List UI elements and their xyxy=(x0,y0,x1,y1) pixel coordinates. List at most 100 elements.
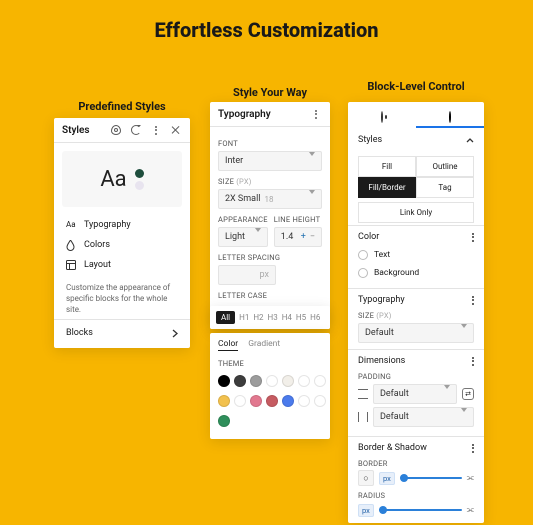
tab-settings[interactable] xyxy=(348,108,416,128)
more-icon[interactable] xyxy=(150,124,162,136)
size-num: 18 xyxy=(264,195,273,204)
size-select[interactable]: 2X Small 18 xyxy=(218,189,322,209)
swatch[interactable] xyxy=(314,395,326,407)
size-label: SIZE (PX) xyxy=(218,177,322,186)
menu-layout[interactable]: Layout xyxy=(54,255,190,275)
color-text[interactable]: Text xyxy=(358,246,474,264)
color-group-label: Color xyxy=(358,232,379,242)
typography-icon: Aa xyxy=(66,220,76,230)
visibility-icon[interactable] xyxy=(110,124,122,136)
more-icon[interactable] xyxy=(472,357,474,366)
menu-label: Colors xyxy=(84,240,110,250)
swatch[interactable] xyxy=(266,395,278,407)
swatch-empty-icon xyxy=(358,268,368,278)
page-title: Effortless Customization xyxy=(0,18,533,42)
preview-glyph: Aa xyxy=(100,167,126,192)
close-icon[interactable] xyxy=(170,124,182,136)
padding-h-select[interactable]: Default xyxy=(373,407,474,427)
predefined-styles-panel: Styles Aa Aa Typography Colors Layout Cu xyxy=(54,118,190,348)
border-style-icon[interactable]: ○ xyxy=(358,470,374,486)
tab-gradient[interactable]: Gradient xyxy=(248,339,280,351)
font-value: Inter xyxy=(225,156,243,166)
appearance-label: APPEARANCE xyxy=(218,215,268,224)
swatch[interactable] xyxy=(250,375,262,387)
swatch[interactable] xyxy=(298,395,310,407)
chevron-down-icon xyxy=(309,156,315,166)
swatch[interactable] xyxy=(282,395,294,407)
heading-tags-strip: All H1 H2 H3 H4 H5 H6 xyxy=(210,306,330,329)
swatch[interactable] xyxy=(250,395,262,407)
preview-color-secondary xyxy=(135,181,144,190)
preview-color-primary xyxy=(135,169,144,178)
more-icon[interactable] xyxy=(472,233,474,242)
plus-icon[interactable]: + xyxy=(301,232,306,242)
col-label-2: Style Your Way xyxy=(233,86,307,99)
htag-h5[interactable]: H5 xyxy=(296,313,306,322)
link-sides-icon[interactable]: ⫘ xyxy=(467,505,474,515)
style-fill[interactable]: Fill xyxy=(358,156,416,177)
color-background[interactable]: Background xyxy=(358,264,474,282)
letterspacing-input[interactable]: px xyxy=(218,265,276,285)
tab-styles[interactable] xyxy=(416,108,484,128)
theme-label: THEME xyxy=(210,359,330,368)
more-icon[interactable] xyxy=(472,296,474,305)
style-linkonly[interactable]: Link Only xyxy=(358,202,474,223)
blocks-row[interactable]: Blocks xyxy=(54,319,190,348)
appearance-select[interactable]: Light xyxy=(218,227,268,247)
style-outline[interactable]: Outline xyxy=(416,156,474,177)
menu-colors[interactable]: Colors xyxy=(54,235,190,255)
letterspacing-unit: px xyxy=(260,270,269,280)
htag-h2[interactable]: H2 xyxy=(253,313,263,322)
revisions-icon[interactable] xyxy=(130,124,142,136)
swatch[interactable] xyxy=(314,375,326,387)
htag-h1[interactable]: H1 xyxy=(239,313,249,322)
styles-accordion[interactable]: Styles xyxy=(348,128,484,152)
swatch[interactable] xyxy=(218,375,230,387)
htag-h3[interactable]: H3 xyxy=(268,313,278,322)
appearance-value: Light xyxy=(225,232,245,242)
col-label-3: Block-Level Control xyxy=(367,80,464,93)
border-width-control[interactable]: ○ px ⫘ xyxy=(358,471,474,485)
unit-badge[interactable]: px xyxy=(358,504,374,517)
size-value: 2X Small xyxy=(225,194,260,204)
layout-icon xyxy=(66,260,76,270)
htag-h4[interactable]: H4 xyxy=(282,313,292,322)
menu-label: Typography xyxy=(84,220,131,230)
htag-all[interactable]: All xyxy=(216,311,235,324)
lineheight-input[interactable]: 1.4 + − xyxy=(274,227,322,247)
font-select[interactable]: Inter xyxy=(218,151,322,171)
swatch[interactable] xyxy=(282,375,294,387)
minus-icon[interactable]: − xyxy=(310,232,315,242)
swatch[interactable] xyxy=(266,375,278,387)
styles-label: Styles xyxy=(358,135,382,145)
chevron-down-icon xyxy=(255,232,261,242)
more-icon[interactable] xyxy=(472,444,474,453)
swatch[interactable] xyxy=(298,375,310,387)
menu-typography[interactable]: Aa Typography xyxy=(54,215,190,235)
more-icon[interactable] xyxy=(310,108,322,120)
unit-badge[interactable]: px xyxy=(379,472,395,485)
link-sides-icon[interactable]: ⫘ xyxy=(467,473,474,483)
swatch[interactable] xyxy=(218,415,230,427)
padding-v-select[interactable]: Default xyxy=(373,384,457,404)
typography-panel: Typography FONT Inter SIZE (PX) 2X Small… xyxy=(210,102,330,329)
htag-h6[interactable]: H6 xyxy=(310,313,320,322)
swatch-row-3 xyxy=(210,411,330,431)
swatch-empty-icon xyxy=(358,250,368,260)
letterspacing-label: LETTER SPACING xyxy=(218,253,322,262)
typo-size-select[interactable]: Default xyxy=(358,323,474,343)
swatch[interactable] xyxy=(234,375,246,387)
swatch[interactable] xyxy=(218,395,230,407)
style-fillborder[interactable]: Fill/Border xyxy=(358,177,416,198)
border-radius-control[interactable]: px ⫘ xyxy=(358,503,474,517)
unlink-icon[interactable]: ⇄ xyxy=(462,388,474,400)
style-tag[interactable]: Tag xyxy=(416,177,474,198)
panel1-note: Customize the appearance of specific blo… xyxy=(54,275,190,319)
swatch[interactable] xyxy=(234,395,246,407)
padding-vertical-icon[interactable] xyxy=(358,389,368,399)
style-preview[interactable]: Aa xyxy=(62,151,182,207)
chevron-right-icon xyxy=(172,329,178,338)
tab-color[interactable]: Color xyxy=(218,339,238,351)
padding-horizontal-icon[interactable] xyxy=(358,412,368,422)
block-control-panel: Styles Fill Outline Fill/Border Tag Link… xyxy=(348,102,484,523)
